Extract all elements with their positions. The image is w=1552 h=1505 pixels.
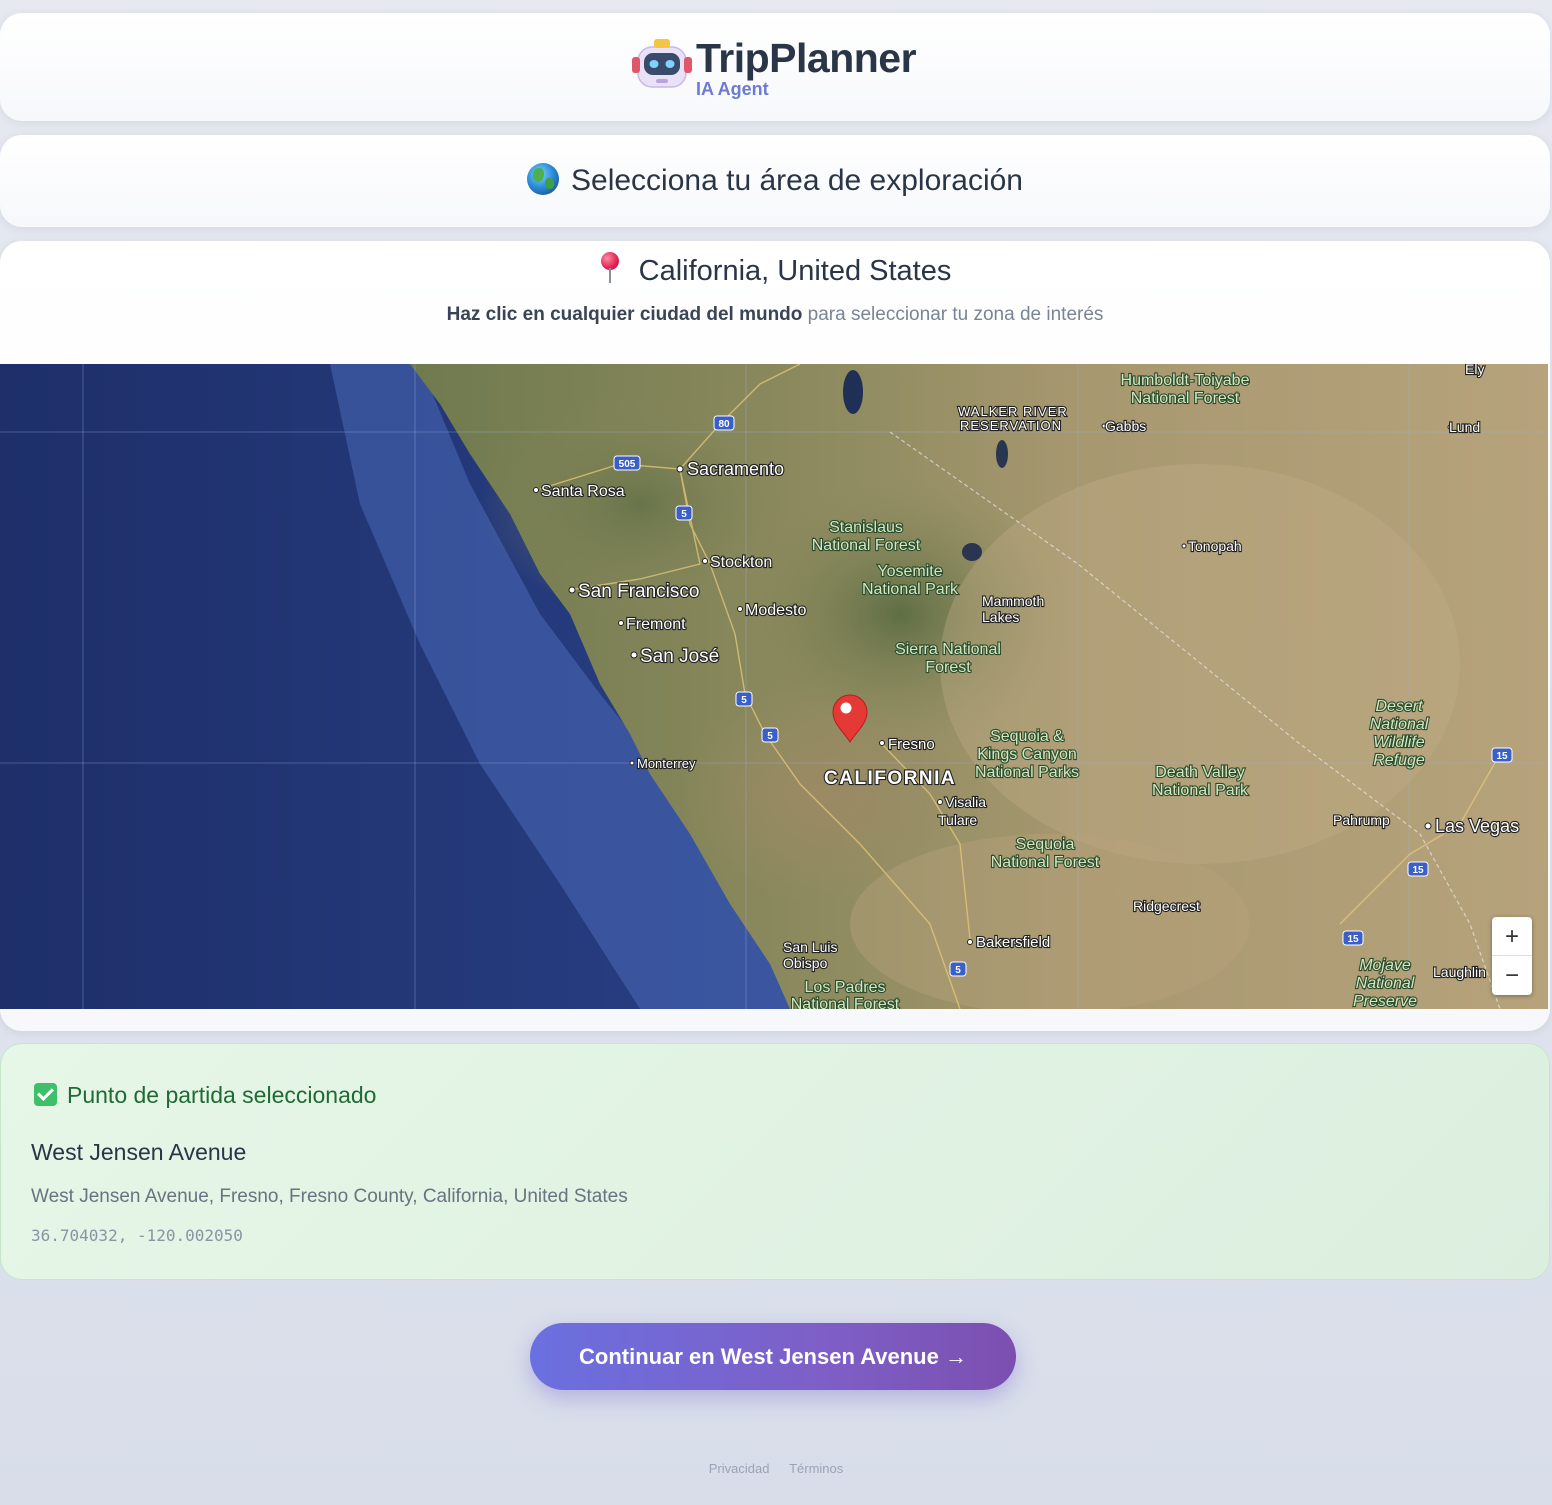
map-label-san-luis: San Luis: [783, 939, 837, 955]
svg-text:Sequoia: Sequoia: [1016, 836, 1075, 853]
map-label-san-jose: San José: [640, 646, 719, 667]
svg-text:Kings Canyon: Kings Canyon: [977, 746, 1077, 763]
map-label-ridgecrest: Ridgecrest: [1133, 898, 1200, 914]
highway-shield: 15: [1491, 747, 1513, 763]
map-label-tonopah: Tonopah: [1188, 538, 1242, 554]
svg-text:Sequoia &: Sequoia &: [990, 728, 1064, 745]
selected-place-coords: 36.704032, -120.002050: [31, 1226, 243, 1245]
brand-logo[interactable]: TripPlanner IA Agent: [632, 35, 917, 99]
map-label-laughlin: Laughlin: [1433, 964, 1486, 980]
svg-text:National Forest: National Forest: [991, 854, 1100, 871]
selected-point-card: Punto de partida seleccionado West Jense…: [0, 1043, 1550, 1280]
map-label-pahrump: Pahrump: [1333, 812, 1390, 828]
svg-text:Humboldt-Toiyabe: Humboldt-Toiyabe: [1121, 372, 1250, 389]
terms-link[interactable]: Términos: [789, 1461, 843, 1476]
svg-text:Mojave: Mojave: [1359, 957, 1411, 974]
zoom-in-button[interactable]: +: [1492, 917, 1532, 956]
map-hint: Haz clic en cualquier ciudad del mundo p…: [446, 304, 1104, 325]
map-label-gabbs: Gabbs: [1105, 418, 1146, 434]
zoom-control: + −: [1492, 917, 1532, 995]
map-label-ely: Ely: [1465, 364, 1484, 377]
svg-text:5: 5: [681, 509, 687, 520]
robot-icon: [632, 35, 692, 95]
highway-shield: 5: [949, 961, 967, 977]
map-label-california: CALIFORNIA: [824, 768, 956, 789]
svg-text:National: National: [1370, 716, 1429, 733]
svg-text:5: 5: [955, 965, 961, 976]
highway-shield: 15: [1342, 930, 1364, 946]
svg-text:Desert: Desert: [1375, 698, 1423, 715]
highway-shield: 5: [761, 727, 779, 743]
selected-place-address: West Jensen Avenue, Fresno, Fresno Count…: [31, 1186, 628, 1207]
svg-text:Yosemite: Yosemite: [877, 563, 942, 580]
map-card: California, United States Haz clic en cu…: [0, 241, 1550, 1031]
svg-text:15: 15: [1496, 751, 1508, 762]
map-label-reservation: RESERVATION: [960, 418, 1062, 433]
zoom-out-button[interactable]: −: [1492, 956, 1532, 995]
map-label-modesto: Modesto: [745, 602, 806, 619]
svg-text:Wildlife: Wildlife: [1373, 734, 1425, 751]
svg-text:Refuge: Refuge: [1373, 752, 1425, 769]
check-icon: [34, 1083, 57, 1106]
map-label-obispo: Obispo: [783, 955, 828, 971]
footer: Privacidad Términos: [0, 1461, 1552, 1476]
highway-shield: 505: [613, 455, 641, 471]
svg-text:Los Padres: Los Padres: [805, 979, 886, 996]
app-subtitle: IA Agent: [696, 79, 769, 99]
selected-heading: Punto de partida seleccionado: [67, 1082, 377, 1108]
map-label-tulare: Tulare: [938, 812, 977, 828]
svg-text:5: 5: [741, 695, 747, 706]
svg-text:Forest: Forest: [925, 659, 971, 676]
svg-text:National Park: National Park: [862, 581, 959, 598]
svg-text:5: 5: [767, 731, 773, 742]
explore-area-card: Selecciona tu área de exploración: [0, 135, 1550, 227]
svg-text:Stanislaus: Stanislaus: [829, 519, 903, 536]
map-label-bakersfield: Bakersfield: [976, 934, 1050, 951]
svg-text:Preserve: Preserve: [1353, 993, 1417, 1009]
svg-text:National Forest: National Forest: [812, 537, 921, 554]
highway-shield: 80: [713, 415, 735, 431]
continue-button[interactable]: Continuar en West Jensen Avenue →: [530, 1323, 1016, 1390]
svg-text:15: 15: [1347, 934, 1359, 945]
svg-text:National Forest: National Forest: [1131, 390, 1240, 407]
highway-shield: 15: [1407, 861, 1429, 877]
svg-text:Sierra National: Sierra National: [895, 641, 1001, 658]
map-label-stockton: Stockton: [710, 554, 772, 571]
map-label-fremont: Fremont: [626, 616, 686, 633]
svg-text:Death Valley: Death Valley: [1155, 764, 1245, 781]
app-title: TripPlanner: [696, 35, 917, 81]
svg-text:National: National: [1356, 975, 1415, 992]
satellite-map[interactable]: 80 505 5 5 5 5 15 15 15 Sacramento Santa…: [0, 364, 1548, 1009]
map-label-santa-rosa: Santa Rosa: [541, 483, 625, 500]
privacy-link[interactable]: Privacidad: [709, 1461, 770, 1476]
map-label-visalia: Visalia: [945, 794, 986, 810]
explore-title: Selecciona tu área de exploración: [571, 164, 1023, 197]
map-label-monterrey: Monterrey: [637, 756, 696, 771]
map-label-fresno: Fresno: [888, 736, 935, 753]
map-label-walker-river: WALKER RIVER: [958, 404, 1068, 419]
svg-text:80: 80: [718, 419, 730, 430]
app-header: TripPlanner IA Agent: [0, 13, 1550, 121]
svg-text:National Forest: National Forest: [791, 996, 900, 1009]
svg-text:505: 505: [619, 459, 636, 470]
svg-text:15: 15: [1412, 865, 1424, 876]
selected-place-name: West Jensen Avenue: [31, 1139, 247, 1165]
highway-shield: 5: [675, 505, 693, 521]
map-label-lund: Lund: [1449, 419, 1480, 435]
map-label-las-vegas: Las Vegas: [1435, 816, 1519, 836]
map-label-sacramento: Sacramento: [687, 459, 784, 479]
map-label-san-francisco: San Francisco: [578, 581, 699, 602]
svg-text:National Park: National Park: [1152, 782, 1249, 799]
map-label-lakes: Lakes: [982, 609, 1019, 625]
highway-shield: 5: [735, 691, 753, 707]
pushpin-icon: [599, 252, 621, 284]
svg-text:National Parks: National Parks: [975, 764, 1079, 781]
location-title: California, United States: [638, 255, 952, 287]
globe-icon: [527, 163, 560, 195]
map-label-mammoth: Mammoth: [982, 593, 1044, 609]
